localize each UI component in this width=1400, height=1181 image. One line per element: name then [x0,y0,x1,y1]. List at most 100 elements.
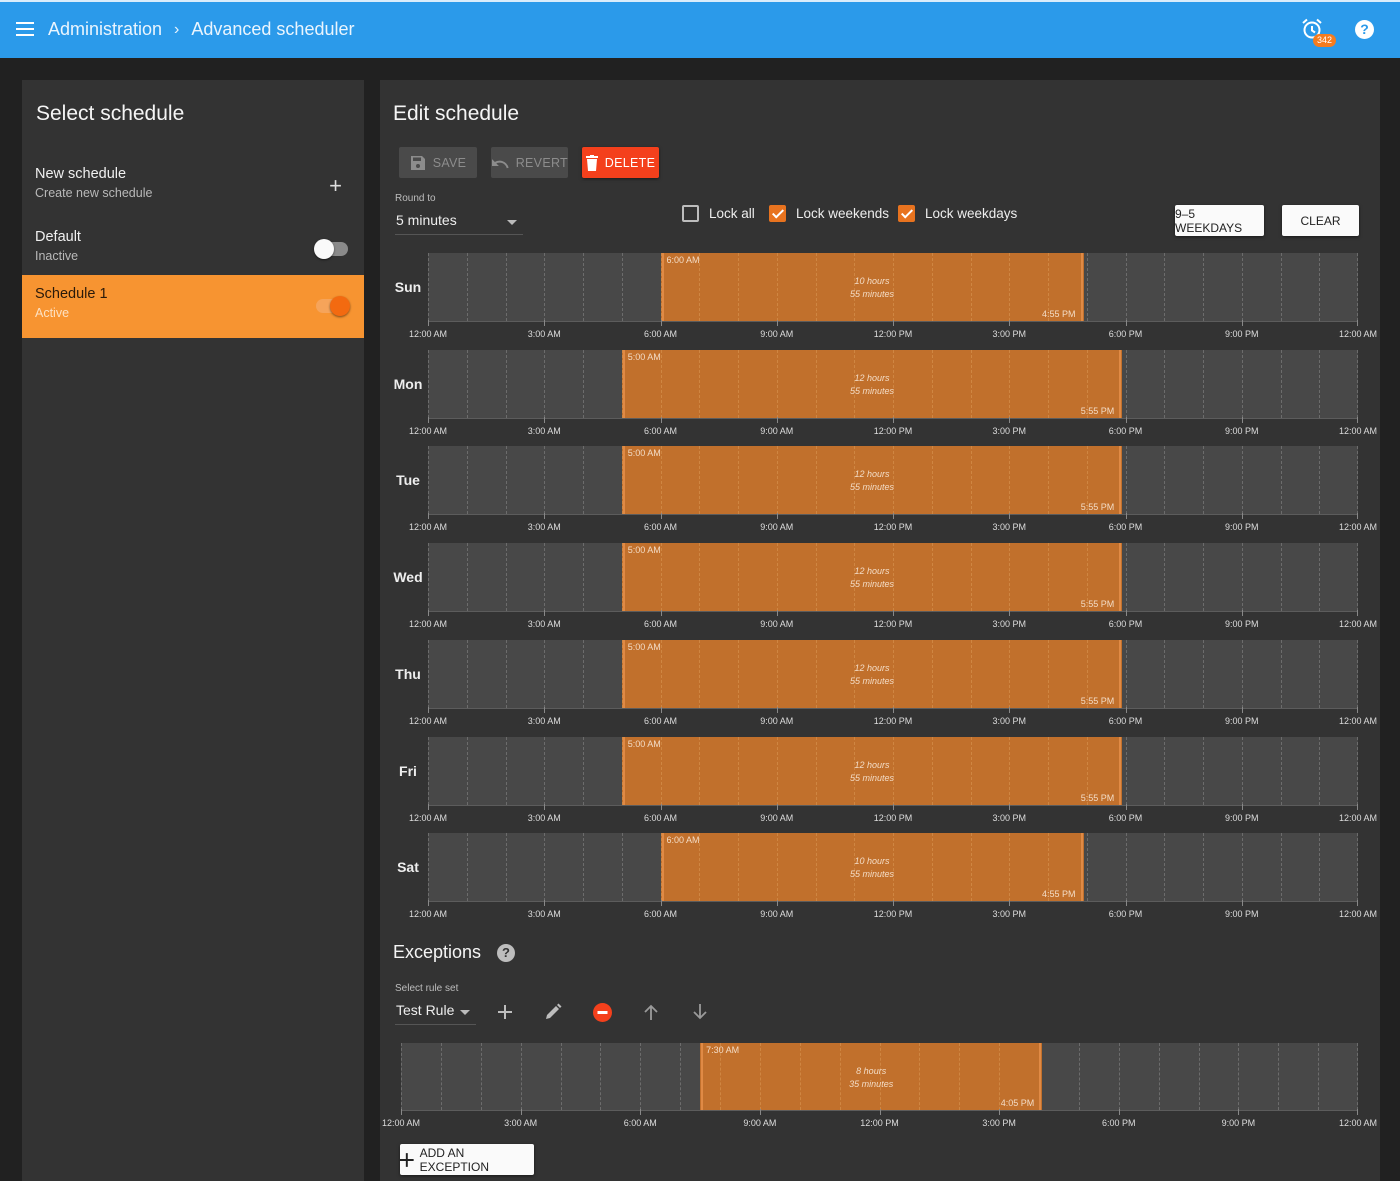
hour-gridline [544,253,546,321]
notification-badge: 342 [1313,34,1337,47]
axis-tick [660,416,662,423]
save-button[interactable]: SAVE [399,147,477,178]
axis-tick-label: 3:00 PM [992,329,1027,339]
schedule-subtitle: Inactive [35,249,79,263]
hour-gridline [1203,639,1204,708]
axis-tick-label: 3:00 AM [504,1118,538,1128]
axis-tick [1125,803,1127,810]
time-block[interactable]: 7:30 AM 8 hours 35 minutes 4:05 PM [700,1043,1043,1110]
axis-tick-label: 12:00 AM [408,329,448,339]
hour-gridline [505,833,507,902]
schedule-name: Default [35,229,81,245]
add-rule-button[interactable] [493,1000,517,1024]
axis-tick [893,513,894,520]
remove-rule-button[interactable] [590,1000,614,1024]
axis-tick [759,1109,761,1115]
hamburger-menu-icon[interactable] [16,22,34,36]
schedule-toggle[interactable] [314,239,348,259]
checkbox-label: Lock weekdays [925,206,1018,221]
checkbox-label: Lock all [709,206,755,221]
delete-button[interactable]: DELETE [582,147,659,178]
round-to-select[interactable]: 5 minutes [395,212,523,235]
time-block[interactable]: 5:00 AM 12 hours 55 minutes 5:55 PM [621,543,1123,612]
schedule-item-schedule-1[interactable]: Schedule 1 Active [22,275,364,338]
axis-tick [660,320,662,326]
hour-gridline [505,736,507,805]
hour-gridline [428,833,429,902]
duration-hours: 10 hours [854,276,890,286]
panel-title: Select schedule [36,102,185,125]
pencil-icon [546,1003,562,1019]
revert-button[interactable]: REVERT [491,147,568,178]
timeline-track[interactable]: 6:00 AM 10 hours 55 minutes 4:55 PM [428,253,1358,322]
edit-rule-button[interactable] [541,1000,565,1024]
hour-gridline [1086,833,1088,902]
hour-gridline [466,736,468,805]
timeline-track[interactable]: 7:30 AM 8 hours 35 minutes 4:05 PM [401,1043,1358,1111]
axis-tick-label: 12:00 AM [408,715,448,726]
axis-tick-label: 6:00 PM [1108,812,1143,823]
clear-button[interactable]: CLEAR [1282,205,1359,236]
axis-tick [776,513,778,520]
timeline-track[interactable]: 5:00 AM 12 hours 55 minutes 5:55 PM [428,543,1358,613]
breadcrumb-advanced-scheduler[interactable]: Advanced scheduler [191,19,354,40]
axis-tick-label: 9:00 AM [760,812,794,823]
duration-hours: 10 hours [854,856,890,867]
timeline-track[interactable]: 5:00 AM 12 hours 55 minutes 5:55 PM [428,736,1358,806]
axis-tick [544,513,546,520]
time-block[interactable]: 6:00 AM 10 hours 55 minutes 4:55 PM [660,833,1084,902]
hour-gridline [583,833,584,902]
add-exception-button[interactable]: ADD AN EXCEPTION [400,1144,534,1175]
time-block[interactable]: 5:00 AM 12 hours 55 minutes 5:55 PM [621,349,1123,418]
remove-circle-icon [592,1002,612,1022]
axis-tick [520,1109,522,1115]
hour-gridline [621,253,623,321]
toggle-knob [330,296,350,316]
arrow-down-icon [693,1004,707,1020]
schedule-subtitle: Create new schedule [35,186,153,200]
rule-set-select[interactable]: Test Rule [395,1002,476,1025]
time-block[interactable]: 5:00 AM 12 hours 55 minutes 5:55 PM [621,639,1123,708]
time-block[interactable]: 5:00 AM 12 hours 55 minutes 5:55 PM [621,446,1123,515]
axis-tick-label: 12:00 AM [1338,715,1378,726]
axis-tick [776,416,778,423]
lock-weekends-checkbox[interactable]: Lock weekends [769,205,889,222]
block-end-time: 4:55 PM [1041,889,1076,900]
axis-tick-label: 12:00 AM [381,1118,421,1128]
help-icon[interactable]: ? [1355,20,1374,39]
timeline-track[interactable]: 5:00 AM 12 hours 55 minutes 5:55 PM [428,446,1358,516]
hour-gridline [1319,639,1321,708]
time-block[interactable]: 6:00 AM 10 hours 55 minutes 4:55 PM [660,253,1084,321]
block-end-time: 5:55 PM [1080,502,1115,513]
hour-gridline [466,446,468,515]
exceptions-help-icon[interactable]: ? [497,944,515,962]
axis-tick [428,803,429,810]
timeline-track[interactable]: 6:00 AM 10 hours 55 minutes 4:55 PM [428,833,1358,903]
lock-weekdays-checkbox[interactable]: Lock weekdays [898,205,1017,222]
move-rule-up-button[interactable] [639,1000,663,1024]
axis-tick [1009,610,1011,617]
day-label: Sun [394,279,422,295]
hour-gridline [583,736,584,805]
schedule-toggle[interactable] [316,296,350,316]
hour-gridline [1078,1043,1080,1110]
duration-minutes: 55 minutes [849,869,895,880]
hour-gridline [1203,253,1204,321]
timeline-track[interactable]: 5:00 AM 12 hours 55 minutes 5:55 PM [428,639,1358,709]
move-rule-down-button[interactable] [688,1000,712,1024]
breadcrumb-administration[interactable]: Administration [48,19,162,40]
axis-tick [1125,320,1127,326]
block-start-time: 6:00 AM [666,255,700,265]
lock-all-checkbox[interactable]: Lock all [682,205,755,222]
axis-tick-label: 6:00 AM [643,812,678,823]
axis-tick [640,1109,642,1115]
time-block[interactable]: 5:00 AM 12 hours 55 minutes 5:55 PM [621,736,1123,805]
hour-gridline [1203,833,1204,902]
schedule-item-default[interactable]: Default Inactive [22,218,364,281]
schedule-item-new[interactable]: New schedule Create new schedule + [22,155,364,218]
chevron-right-icon: › [174,20,180,38]
preset-9-5-weekdays-button[interactable]: 9–5 WEEKDAYS [1175,205,1264,236]
axis-tick [1238,1109,1240,1115]
timeline-track[interactable]: 5:00 AM 12 hours 55 minutes 5:55 PM [428,349,1358,419]
add-schedule-icon[interactable]: + [329,175,342,197]
